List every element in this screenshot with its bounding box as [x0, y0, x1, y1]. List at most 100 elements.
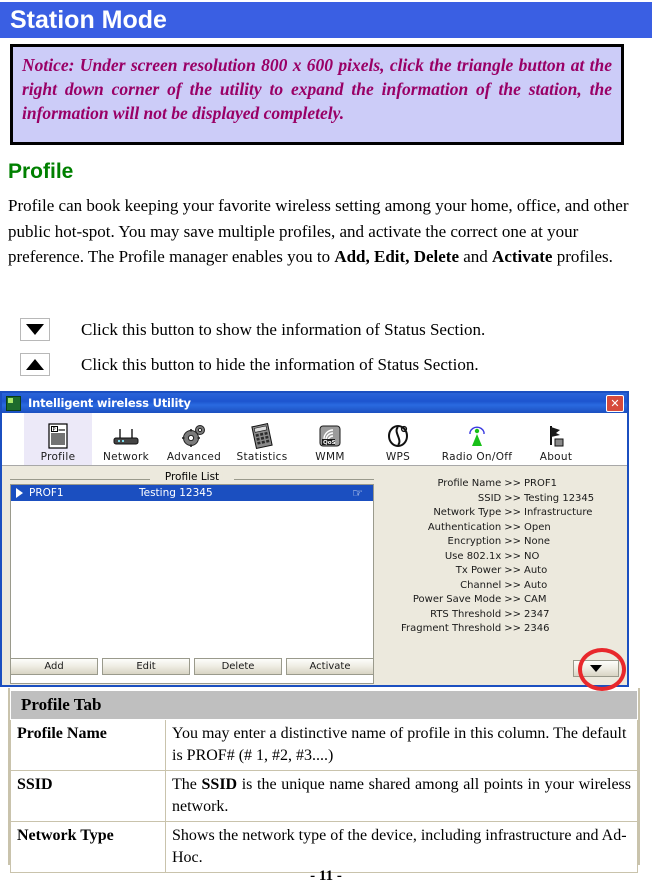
tab-wps[interactable]: WPS — [364, 413, 432, 465]
detail-separator: >> — [504, 521, 521, 533]
window-titlebar[interactable]: Intelligent wireless Utility ✕ — [2, 393, 627, 413]
tab-statistics-label: Statistics — [236, 451, 288, 463]
legend-row-show: Click this button to show the informatio… — [20, 318, 485, 341]
detail-row-profile-name: Profile Name >> PROF1 — [382, 478, 620, 489]
detail-separator: >> — [504, 565, 521, 576]
profile-tab-reference-table: Profile Tab Profile Name You may enter a… — [10, 690, 638, 873]
tab-radio-onoff-label: Radio On/Off — [441, 451, 513, 463]
tab-radio-onoff[interactable]: Radio On/Off — [432, 413, 522, 465]
detail-separator: >> — [504, 492, 521, 504]
detail-key: Encryption — [447, 536, 502, 547]
detail-separator: >> — [504, 623, 521, 634]
profile-heading: Profile — [8, 160, 74, 183]
about-icon — [544, 421, 568, 451]
detail-value: NO — [524, 550, 540, 562]
legend-label-show: Click this button to show the informatio… — [81, 319, 486, 339]
add-button[interactable]: Add — [10, 658, 98, 675]
tab-network[interactable]: Network — [92, 413, 160, 465]
detail-value: Infrastructure — [524, 507, 593, 518]
detail-key: SSID — [477, 492, 502, 504]
detail-key: Use 802.1x — [444, 550, 502, 562]
ref-value-ssid-bold: SSID — [201, 776, 238, 793]
profile-action-buttons: Add Edit Delete Activate — [10, 658, 374, 675]
detail-key: RTS Threshold — [430, 608, 502, 620]
table-row: SSID The SSID is the unique name shared … — [10, 770, 638, 822]
legend-label-hide: Click this button to hide the informatio… — [81, 354, 479, 374]
detail-value: PROF1 — [524, 478, 557, 489]
detail-value: None — [524, 536, 551, 547]
page-title-banner: Station Mode — [0, 2, 652, 38]
detail-key: Fragment Threshold — [401, 623, 502, 634]
triangle-up-icon — [26, 359, 44, 370]
profile-list[interactable]: PROF1 Testing 12345 ☞ — [10, 484, 374, 684]
triangle-down-icon — [26, 324, 44, 335]
delete-button[interactable]: Delete — [194, 658, 282, 675]
profile-row-name: PROF1 — [29, 487, 64, 499]
table-header-row: Profile Tab — [10, 690, 638, 720]
page-number: - 11 - — [310, 868, 342, 884]
profile-list-row[interactable]: PROF1 Testing 12345 ☞ — [11, 485, 373, 501]
detail-value: Auto — [524, 565, 548, 576]
ref-value-profile-name: You may enter a distinctive name of prof… — [165, 719, 638, 771]
tab-wps-label: WPS — [385, 451, 411, 463]
detail-row-channel: Channel >> Auto — [382, 580, 620, 591]
detail-row-encryption: Encryption >> None — [382, 536, 620, 547]
close-icon[interactable]: ✕ — [606, 395, 624, 412]
detail-row-authentication: Authentication >> Open — [382, 522, 620, 533]
detail-row-rts-threshold: RTS Threshold >> 2347 — [382, 609, 620, 620]
ref-key-ssid: SSID — [10, 770, 166, 822]
table-row: Network Type Shows the network type of t… — [10, 821, 638, 873]
profile-tab-content: Profile List PROF1 Testing 12345 ☞ Profi… — [2, 466, 627, 685]
detail-row-power-save-mode: Power Save Mode >> CAM — [382, 594, 620, 605]
paragraph-bold-1: Add, Edit, Delete — [334, 247, 459, 266]
activate-button[interactable]: Activate — [286, 658, 374, 675]
paragraph-bold-2: Activate — [492, 247, 553, 266]
detail-value: CAM — [524, 594, 547, 605]
hide-status-button[interactable] — [20, 353, 50, 376]
profile-list-label: Profile List — [160, 471, 224, 483]
profile-list-group-header: Profile List — [10, 471, 374, 484]
tab-wmm[interactable]: QoS WMM — [296, 413, 364, 465]
tab-about[interactable]: About — [522, 413, 590, 465]
tab-advanced[interactable]: Advanced — [160, 413, 228, 465]
wps-icon — [385, 421, 411, 451]
tab-profile[interactable]: P Profile — [24, 413, 92, 465]
triangle-down-icon — [590, 665, 602, 672]
ref-value-ssid: The SSID is the unique name shared among… — [165, 770, 638, 822]
radio-onoff-icon — [466, 421, 488, 451]
ref-value-ssid-post: is the unique name shared among all poin… — [172, 776, 632, 815]
profile-paragraph: Profile can book keeping your favorite w… — [8, 193, 632, 270]
detail-value: 2347 — [524, 608, 550, 620]
tab-statistics[interactable]: Statistics — [228, 413, 296, 465]
advanced-gear-icon — [180, 421, 208, 451]
wmm-qos-icon: QoS — [317, 421, 343, 451]
profile-icon: P — [47, 421, 69, 451]
tab-network-label: Network — [103, 451, 149, 463]
window-title: Intelligent wireless Utility — [28, 396, 191, 410]
detail-value: 2346 — [524, 623, 550, 634]
detail-separator: >> — [504, 478, 521, 489]
statistics-icon — [250, 421, 274, 451]
app-logo-icon — [6, 395, 21, 411]
detail-key: Authentication — [427, 521, 502, 533]
detail-separator: >> — [504, 594, 521, 605]
show-status-button[interactable] — [20, 318, 50, 341]
detail-value: Testing 12345 — [524, 492, 595, 504]
detail-key: Channel — [460, 579, 502, 591]
expand-status-button[interactable] — [573, 660, 619, 677]
detail-separator: >> — [504, 536, 521, 547]
edit-button[interactable]: Edit — [102, 658, 190, 675]
svg-text:P: P — [53, 427, 56, 433]
ref-value-ssid-pre: The — [172, 776, 202, 793]
network-icon — [111, 421, 141, 451]
legend-row-hide: Click this button to hide the informatio… — [20, 353, 479, 376]
tab-profile-label: Profile — [40, 451, 76, 463]
profile-detail-panel: Profile Name >> PROF1 SSID >> Testing 12… — [382, 478, 620, 638]
group-rule-left — [10, 479, 150, 480]
detail-separator: >> — [504, 579, 521, 591]
detail-separator: >> — [504, 550, 521, 562]
paragraph-text-3: profiles. — [552, 247, 613, 266]
svg-text:QoS: QoS — [323, 440, 336, 446]
detail-row-use-8021x: Use 802.1x >> NO — [382, 551, 620, 562]
group-rule-right — [234, 479, 374, 480]
